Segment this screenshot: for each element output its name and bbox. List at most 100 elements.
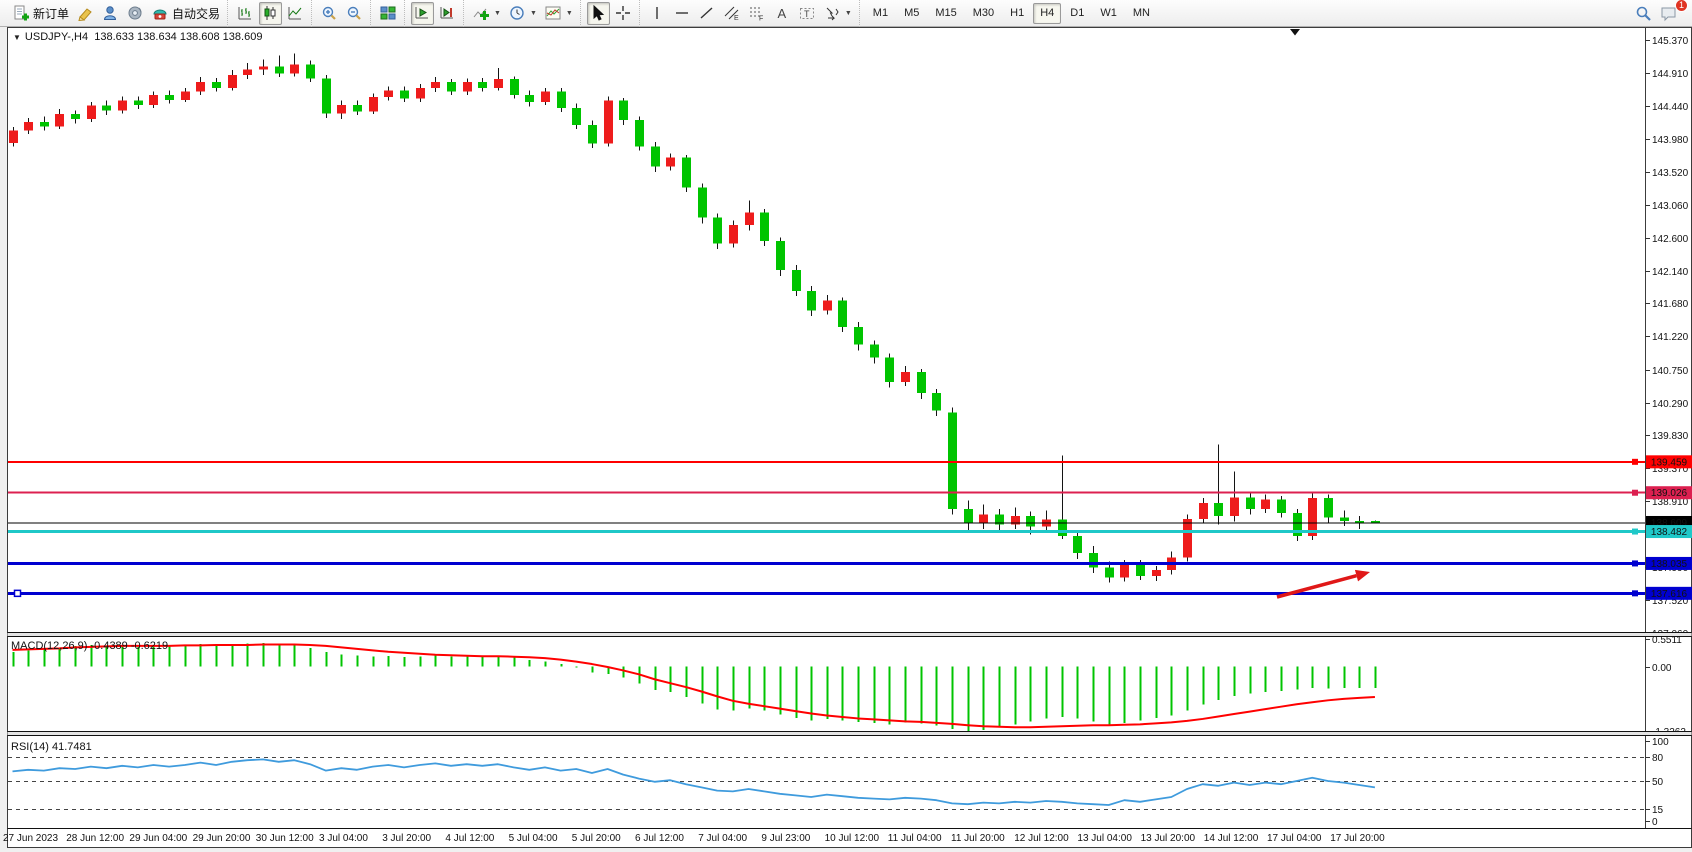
candle-body bbox=[1199, 503, 1208, 519]
candle-body bbox=[854, 327, 863, 345]
macd-axis-label: 0.00 bbox=[1652, 663, 1672, 674]
timeframe-W1-button[interactable]: W1 bbox=[1093, 3, 1124, 24]
profile-button[interactable] bbox=[99, 2, 122, 25]
candle-body bbox=[494, 79, 503, 88]
time-tick-label: 29 Jun 04:00 bbox=[129, 833, 187, 844]
arrow-objects-icon bbox=[824, 5, 840, 21]
vertical-line-button[interactable] bbox=[646, 2, 669, 25]
fibonacci-button[interactable]: F bbox=[746, 2, 769, 25]
hline-handle[interactable] bbox=[1632, 560, 1638, 566]
candle-body bbox=[416, 88, 425, 99]
candle-body bbox=[525, 95, 534, 102]
cursor-button[interactable] bbox=[587, 2, 610, 25]
timeframe-M15-button[interactable]: M15 bbox=[928, 3, 963, 24]
price-tick-label: 140.290 bbox=[1652, 399, 1689, 410]
rsi-axis-label: 50 bbox=[1652, 777, 1664, 788]
symbol-dropdown-caret[interactable]: ▼ bbox=[13, 33, 21, 42]
auto-trading-label: 自动交易 bbox=[172, 5, 220, 22]
price-chart[interactable]: 145.370144.910144.440143.980143.520143.0… bbox=[0, 27, 1692, 852]
candle-body bbox=[165, 95, 174, 100]
auto-scroll-button[interactable] bbox=[411, 2, 434, 25]
notifications: 1 bbox=[1656, 2, 1682, 25]
horizontal-line-button[interactable] bbox=[671, 2, 694, 25]
crayon-button[interactable] bbox=[74, 2, 97, 25]
timeframe-H4-button[interactable]: H4 bbox=[1033, 3, 1061, 24]
time-tick-label: 29 Jun 20:00 bbox=[193, 833, 251, 844]
auto-trading-button[interactable]: 自动交易 bbox=[149, 2, 223, 25]
candle-body bbox=[948, 413, 957, 509]
zoom-in-button[interactable] bbox=[318, 2, 341, 25]
time-tick-label: 5 Jul 04:00 bbox=[509, 833, 558, 844]
hline-handle[interactable] bbox=[15, 590, 21, 596]
candle-body bbox=[541, 91, 550, 102]
candle-body bbox=[510, 79, 519, 95]
timeframe-M1-button[interactable]: M1 bbox=[866, 3, 895, 24]
candle-body bbox=[588, 125, 597, 144]
line-chart-button[interactable] bbox=[284, 2, 307, 25]
text-button[interactable]: A bbox=[771, 2, 794, 25]
bar-chart-button[interactable] bbox=[234, 2, 257, 25]
timeframe-H1-button[interactable]: H1 bbox=[1003, 3, 1031, 24]
channel-button[interactable]: E bbox=[721, 2, 744, 25]
trendline-button[interactable] bbox=[696, 2, 719, 25]
hline-handle[interactable] bbox=[1632, 459, 1638, 465]
timeframe-D1-button[interactable]: D1 bbox=[1063, 3, 1091, 24]
candle-body bbox=[1026, 516, 1035, 527]
toolbar-group-scroll bbox=[404, 0, 460, 27]
price-tick-label: 145.370 bbox=[1652, 36, 1689, 47]
candle-body bbox=[478, 82, 487, 88]
macd-label: MACD(12,26,9) -0.4389 -0.6219 bbox=[11, 640, 168, 652]
candle-body bbox=[1089, 553, 1098, 567]
chart-shift-button[interactable] bbox=[436, 2, 459, 25]
svg-text:T: T bbox=[804, 9, 810, 19]
candle-body bbox=[400, 91, 409, 99]
candle-body bbox=[682, 158, 691, 188]
timeframe-M30-button[interactable]: M30 bbox=[966, 3, 1001, 24]
rsi-axis-label: 15 bbox=[1652, 805, 1664, 816]
tile-windows-button[interactable] bbox=[377, 2, 400, 25]
tile-windows-icon bbox=[380, 5, 396, 21]
time-tick-label: 17 Jul 20:00 bbox=[1330, 833, 1385, 844]
panel-splitter[interactable] bbox=[8, 633, 1692, 637]
new-order-button[interactable]: 新订单 bbox=[10, 2, 72, 25]
auto-tr­ading-icon bbox=[152, 5, 168, 21]
candle-body bbox=[557, 91, 566, 107]
candlestick-chart-button[interactable] bbox=[259, 2, 282, 25]
candle-body bbox=[1277, 500, 1286, 514]
candle-body bbox=[134, 101, 143, 105]
toolbar-group-chart-type bbox=[227, 0, 308, 27]
notification-badge[interactable]: 1 bbox=[1675, 0, 1688, 12]
hline-handle[interactable] bbox=[1632, 529, 1638, 535]
candle-body bbox=[337, 105, 346, 114]
candle-body bbox=[745, 213, 754, 225]
new-order-label: 新订单 bbox=[33, 5, 69, 22]
crosshair-button[interactable] bbox=[612, 2, 635, 25]
panel-splitter[interactable] bbox=[8, 732, 1692, 736]
time-tick-label: 13 Jul 04:00 bbox=[1077, 833, 1132, 844]
hline-handle[interactable] bbox=[1632, 590, 1638, 596]
auto-scroll-icon bbox=[414, 5, 430, 21]
candle-body bbox=[619, 101, 628, 120]
periods-button[interactable]: ▼ bbox=[506, 2, 540, 25]
time-tick-label: 13 Jul 20:00 bbox=[1141, 833, 1196, 844]
templates-button[interactable]: ▼ bbox=[542, 2, 576, 25]
arrows-button[interactable]: ▼ bbox=[821, 2, 855, 25]
news-signal-button[interactable] bbox=[124, 2, 147, 25]
indicators-button[interactable]: ▼ bbox=[470, 2, 504, 25]
text-label-button[interactable]: T bbox=[796, 2, 819, 25]
chart-title: ▼USDJPY-,H4 138.633 138.634 138.608 138.… bbox=[13, 31, 262, 43]
candle-body bbox=[212, 82, 221, 88]
candle-body bbox=[1152, 570, 1161, 576]
search-button[interactable] bbox=[1632, 2, 1655, 25]
candle-body bbox=[290, 64, 299, 73]
hline-handle[interactable] bbox=[1632, 490, 1638, 496]
zoom-out-button[interactable] bbox=[343, 2, 366, 25]
timeframe-MN-button[interactable]: MN bbox=[1126, 3, 1157, 24]
candle-body bbox=[666, 158, 675, 167]
candle-body bbox=[1246, 497, 1255, 508]
timeframe-M5-button[interactable]: M5 bbox=[897, 3, 926, 24]
price-tick-label: 139.830 bbox=[1652, 431, 1689, 442]
time-tick-label: 10 Jul 12:00 bbox=[825, 833, 880, 844]
candle-body bbox=[870, 345, 879, 358]
price-tick-label: 143.520 bbox=[1652, 168, 1689, 179]
